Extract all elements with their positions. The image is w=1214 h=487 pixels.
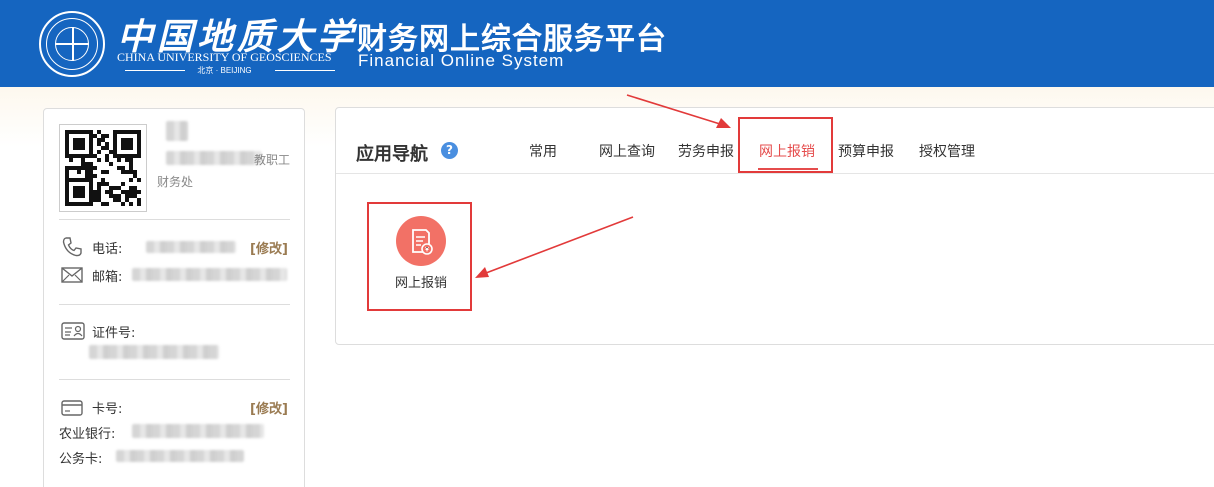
annotation-arrows <box>475 94 731 278</box>
